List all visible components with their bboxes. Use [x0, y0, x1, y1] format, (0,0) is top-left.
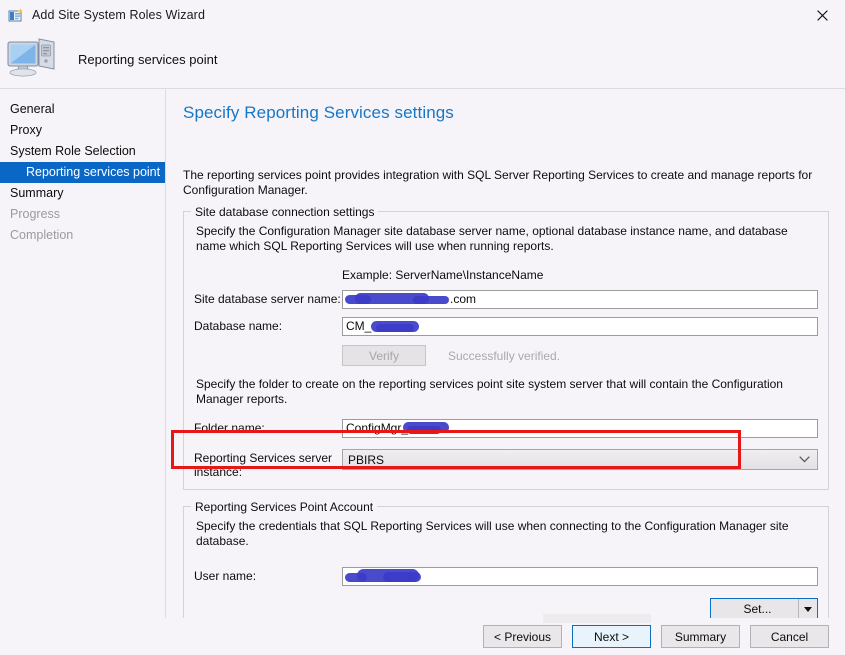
sidebar-item-general[interactable]: General	[0, 99, 165, 120]
database-name-value: CM_	[346, 319, 372, 333]
window-titlebar: Add Site System Roles Wizard	[0, 0, 845, 30]
user-name-input[interactable]	[342, 567, 818, 586]
user-name-row: User name:	[194, 567, 818, 586]
site-database-group-legend: Site database connection settings	[191, 205, 379, 219]
banner-title: Reporting services point	[78, 51, 218, 67]
site-database-connection-group: Site database connection settings Specif…	[183, 205, 829, 490]
chevron-down-icon	[799, 450, 810, 469]
reporting-services-point-account-group: Reporting Services Point Account Specify…	[183, 500, 829, 637]
user-name-label: User name:	[194, 569, 257, 583]
cancel-button[interactable]: Cancel	[750, 625, 829, 648]
wizard-sidebar: General Proxy System Role Selection Repo…	[0, 89, 202, 634]
sidebar-item-progress: Progress	[10, 207, 61, 221]
sidebar-item-summary[interactable]: Summary	[0, 183, 165, 204]
site-database-server-label: Site database server name:	[194, 292, 341, 306]
window-title: Add Site System Roles Wizard	[32, 8, 205, 22]
sidebar-item-reporting-services-point[interactable]: Reporting services point	[0, 162, 165, 183]
set-account-button-label: Set...	[743, 602, 772, 616]
page-title: Specify Reporting Services settings	[183, 103, 454, 122]
site-database-group-description: Specify the Configuration Manager site d…	[196, 224, 788, 253]
wizard-icon	[8, 7, 25, 24]
sidebar-item-proxy[interactable]: Proxy	[0, 120, 165, 141]
account-group-description: Specify the credentials that SQL Reporti…	[196, 519, 789, 548]
site-database-server-input[interactable]: .com	[342, 290, 818, 309]
reporting-services-instance-label: Reporting Services server instance:	[194, 451, 333, 479]
wizard-content: Specify Reporting Services settings The …	[166, 89, 845, 637]
sidebar-item-completion: Completion	[10, 228, 74, 242]
database-name-label: Database name:	[194, 319, 283, 333]
reporting-services-instance-dropdown[interactable]: PBIRS	[342, 449, 818, 470]
wizard-footer: < Previous Next > Summary Cancel	[0, 614, 845, 655]
close-button[interactable]	[799, 0, 845, 30]
folder-name-value: ConfigMgr_	[346, 421, 409, 435]
verify-row: Verify Successfully verified.	[342, 345, 818, 366]
database-name-row: Database name: CM_	[194, 317, 818, 336]
reporting-services-instance-row: Reporting Services server instance: PBIR…	[194, 449, 818, 479]
reporting-services-instance-value: PBIRS	[348, 452, 385, 467]
site-database-server-row: Site database server name: .com	[194, 290, 818, 309]
sidebar-item-system-role-selection[interactable]: System Role Selection	[0, 141, 165, 162]
account-group-legend: Reporting Services Point Account	[191, 500, 378, 514]
page-intro-text: The reporting services point provides in…	[183, 168, 813, 197]
server-name-example: Example: ServerName\InstanceName	[342, 268, 544, 282]
verify-button: Verify	[342, 345, 426, 366]
computer-icon	[6, 36, 58, 83]
site-database-server-value: .com	[450, 292, 477, 306]
folder-name-row: Folder name: ConfigMgr_	[194, 419, 818, 438]
database-name-input[interactable]: CM_	[342, 317, 818, 336]
summary-button[interactable]: Summary	[661, 625, 740, 648]
verify-status-text: Successfully verified.	[448, 348, 561, 363]
footer-clipped-element	[543, 614, 651, 623]
set-account-row: Set...	[194, 598, 818, 620]
next-button[interactable]: Next >	[572, 625, 651, 648]
caret-down-icon[interactable]	[798, 599, 817, 619]
folder-description: Specify the folder to create on the repo…	[196, 377, 783, 406]
wizard-banner: Reporting services point	[0, 30, 845, 89]
wizard-body: General Proxy System Role Selection Repo…	[0, 89, 845, 637]
folder-name-label: Folder name:	[194, 421, 265, 435]
set-account-button[interactable]: Set...	[710, 598, 818, 620]
folder-name-input[interactable]: ConfigMgr_	[342, 419, 818, 438]
previous-button[interactable]: < Previous	[483, 625, 562, 648]
